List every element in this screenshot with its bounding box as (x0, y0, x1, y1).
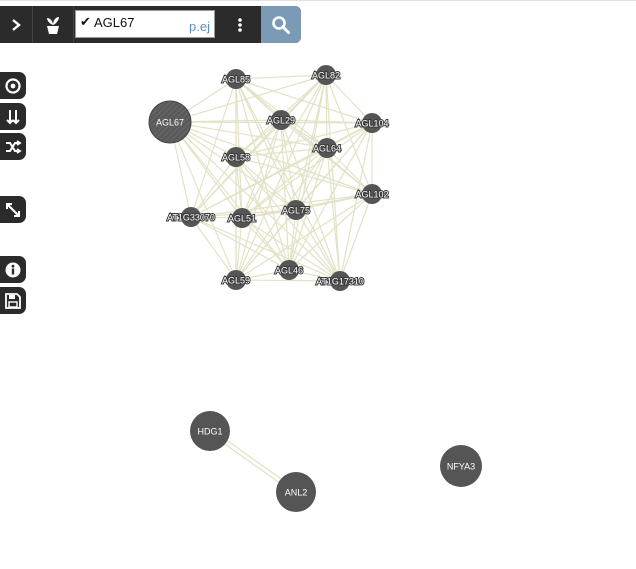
gene-node-agl59[interactable]: AGL59 (221, 270, 251, 290)
gene-node-nfya3[interactable]: NFYA3 (440, 445, 482, 487)
node-label: AGL51 (228, 213, 256, 223)
arrows-down-icon (6, 109, 20, 124)
info-icon (5, 262, 21, 277)
center-graph-button[interactable] (0, 72, 26, 99)
gene-mode-button[interactable] (33, 6, 74, 43)
expand-panel-button[interactable] (0, 6, 33, 43)
search-button[interactable] (261, 6, 301, 43)
save-icon (5, 292, 21, 309)
node-label: AGL102 (355, 189, 388, 199)
node-label: AT1G33070 (167, 212, 215, 222)
save-button[interactable] (0, 287, 26, 314)
node-label: AGL67 (156, 117, 184, 127)
node-label: AGL85 (222, 74, 250, 84)
query-example-link[interactable]: p.ej (189, 19, 210, 34)
node-label: ANL2 (285, 487, 308, 497)
search-icon (272, 15, 290, 34)
gene-query-value: AGL67 (94, 15, 135, 30)
layout-down-button[interactable] (0, 103, 26, 130)
info-button[interactable] (0, 256, 26, 283)
expand-view-button[interactable] (0, 196, 26, 223)
gene-node-hdg1[interactable]: HDG1 (190, 411, 230, 451)
gene-query-input[interactable]: ✔ AGL67 p.ej (75, 10, 215, 38)
node-label: NFYA3 (447, 461, 475, 471)
gene-node-agl67[interactable]: AGL67 (148, 100, 192, 144)
gene-node-agl29[interactable]: AGL29 (266, 110, 296, 130)
node-label: AGL29 (267, 115, 295, 125)
chevron-right-icon (12, 18, 21, 31)
plant-pot-icon (47, 16, 59, 34)
shuffle-layout-button[interactable] (0, 133, 26, 160)
edge-AGL102-AT1G17310 (339, 193, 373, 282)
node-label: AGL82 (312, 70, 340, 80)
network-graph[interactable]: AGL67 AGL85 AGL82 AGL29 AGL104 AGL58 AGL64 AGL1… (0, 0, 636, 569)
main-toolbar: ✔ AGL67 p.ej (0, 6, 301, 43)
node-label: AGL64 (313, 143, 341, 153)
options-menu-button[interactable] (222, 6, 258, 43)
gene-node-agl82[interactable]: AGL82 (311, 65, 341, 85)
kebab-menu-icon (238, 17, 242, 32)
gene-node-anl2[interactable]: ANL2 (276, 472, 316, 512)
node-label: AT1G17310 (316, 276, 364, 286)
target-icon (5, 77, 21, 94)
node-label: AGL104 (355, 118, 388, 128)
node-label: HDG1 (197, 426, 222, 436)
node-label: AGL46 (275, 265, 303, 275)
checkmark-icon: ✔ (80, 14, 91, 29)
shuffle-icon (6, 139, 22, 154)
gene-node-agl58[interactable]: AGL58 (221, 147, 251, 167)
node-label: AGL59 (222, 275, 250, 285)
node-label: AGL58 (222, 152, 250, 162)
resize-diagonal-icon (6, 202, 20, 217)
node-label: AGL75 (282, 205, 310, 215)
